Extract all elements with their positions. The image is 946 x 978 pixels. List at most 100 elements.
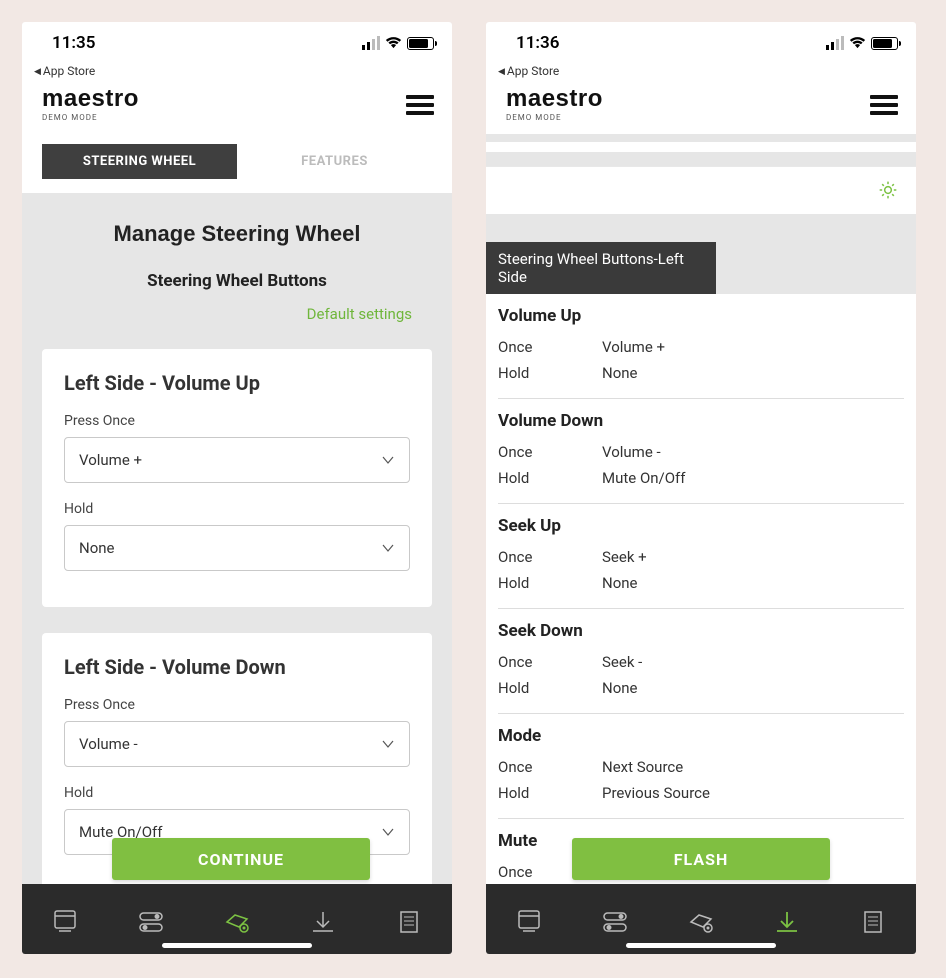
hold-value: Mute On/Off: [602, 469, 686, 487]
default-settings-link[interactable]: Default settings: [22, 291, 452, 323]
page-title: Manage Steering Wheel: [22, 221, 452, 247]
function-name: Seek Down: [498, 621, 904, 641]
nav-device-icon[interactable]: [515, 909, 543, 935]
tab-steering-wheel[interactable]: STEERING WHEEL: [42, 144, 237, 179]
status-time: 11:35: [52, 33, 95, 53]
once-value: Next Source: [602, 758, 683, 776]
hold-label: Hold: [498, 574, 602, 592]
chevron-down-icon: [381, 453, 395, 467]
status-indicators: [362, 36, 434, 50]
function-row[interactable]: Seek Down OnceSeek -HoldNone: [498, 608, 904, 713]
phone-right: 11:36 ◀App Store maestro DEMO MODE Steer…: [486, 22, 916, 954]
back-to-appstore[interactable]: ◀App Store: [22, 64, 452, 84]
once-value: Seek +: [602, 548, 647, 566]
home-indicator[interactable]: [162, 943, 312, 948]
chevron-down-icon: [381, 541, 395, 555]
hold-value: Previous Source: [602, 784, 710, 802]
hold-value: None: [602, 679, 638, 697]
function-row[interactable]: Mode OnceNext SourceHoldPrevious Source: [498, 713, 904, 818]
hold-label: Hold: [64, 785, 410, 801]
nav-device-icon[interactable]: [51, 909, 79, 935]
hold-value: None: [602, 364, 638, 382]
once-label: Once: [498, 443, 602, 461]
card-title: Left Side - Volume Down: [64, 655, 410, 679]
hold-label: Hold: [498, 364, 602, 382]
phone-left: 11:35 ◀App Store maestro DEMO MODE STEER…: [22, 22, 452, 954]
logo-word: maestro: [506, 88, 603, 110]
home-indicator[interactable]: [626, 943, 776, 948]
nav-config-icon[interactable]: [223, 909, 251, 935]
continue-button[interactable]: CONTINUE: [112, 838, 370, 880]
logo-word: maestro: [42, 88, 139, 110]
content-area[interactable]: Manage Steering Wheel Steering Wheel But…: [22, 193, 452, 954]
once-value: Seek -: [602, 653, 642, 671]
card-title: Left Side - Volume Up: [64, 371, 410, 395]
battery-icon: [871, 37, 898, 50]
bottom-nav: [22, 884, 452, 954]
function-name: Volume Up: [498, 306, 904, 326]
function-row[interactable]: Volume Up OnceVolume +HoldNone: [498, 294, 904, 398]
menu-icon[interactable]: [406, 91, 434, 119]
press-once-label: Press Once: [64, 697, 410, 713]
nav-config-icon[interactable]: [687, 909, 715, 935]
app-header: maestro DEMO MODE: [486, 84, 916, 134]
once-label: Once: [498, 548, 602, 566]
logo: maestro DEMO MODE: [506, 88, 603, 122]
nav-toggles-icon[interactable]: [137, 909, 165, 935]
status-time: 11:36: [516, 33, 559, 53]
hold-value: None: [602, 574, 638, 592]
once-label: Once: [498, 338, 602, 356]
wifi-icon: [849, 37, 866, 49]
function-row[interactable]: Volume Down OnceVolume -HoldMute On/Off: [498, 398, 904, 503]
hold-label: Hold: [498, 784, 602, 802]
bottom-nav: [486, 884, 916, 954]
menu-icon[interactable]: [870, 91, 898, 119]
once-label: Once: [498, 653, 602, 671]
logo-sub: DEMO MODE: [506, 113, 603, 122]
function-row[interactable]: Seek Up OnceSeek +HoldNone: [498, 503, 904, 608]
wifi-icon: [385, 37, 402, 49]
logo: maestro DEMO MODE: [42, 88, 139, 122]
tab-features[interactable]: FEATURES: [237, 144, 432, 179]
back-to-appstore[interactable]: ◀App Store: [486, 64, 916, 84]
select-value: Volume +: [79, 451, 142, 469]
flash-button[interactable]: FLASH: [572, 838, 830, 880]
chevron-down-icon: [381, 737, 395, 751]
hold-label: Hold: [64, 501, 410, 517]
press-once-label: Press Once: [64, 413, 410, 429]
press-once-select[interactable]: Volume +: [64, 437, 410, 483]
select-value: None: [79, 539, 115, 557]
content-area[interactable]: Steering Wheel Buttons-Left Side Volume …: [486, 134, 916, 954]
app-header: maestro DEMO MODE: [22, 84, 452, 134]
logo-sub: DEMO MODE: [42, 113, 139, 122]
nav-doc-icon[interactable]: [395, 909, 423, 935]
function-name: Volume Down: [498, 411, 904, 431]
page-subtitle: Steering Wheel Buttons: [22, 271, 452, 291]
nav-download-icon[interactable]: [773, 909, 801, 935]
gear-icon[interactable]: [878, 180, 898, 200]
function-name: Seek Up: [498, 516, 904, 536]
select-value: Volume -: [79, 735, 138, 753]
signal-icon: [826, 36, 844, 50]
card-volume-up: Left Side - Volume Up Press Once Volume …: [42, 349, 432, 607]
status-bar: 11:36: [486, 22, 916, 64]
once-value: Volume -: [602, 443, 661, 461]
nav-doc-icon[interactable]: [859, 909, 887, 935]
status-bar: 11:35: [22, 22, 452, 64]
tab-bar: STEERING WHEEL FEATURES: [22, 134, 452, 193]
signal-icon: [362, 36, 380, 50]
functions-list: Volume UpOnceVolume +HoldNoneVolume Down…: [486, 294, 916, 923]
hold-label: Hold: [498, 469, 602, 487]
press-once-select[interactable]: Volume -: [64, 721, 410, 767]
settings-row-top: [486, 166, 916, 214]
status-indicators: [826, 36, 898, 50]
function-name: Mode: [498, 726, 904, 746]
battery-icon: [407, 37, 434, 50]
section-header: Steering Wheel Buttons-Left Side: [486, 242, 716, 294]
once-value: Volume +: [602, 338, 665, 356]
once-label: Once: [498, 758, 602, 776]
hold-select[interactable]: None: [64, 525, 410, 571]
nav-download-icon[interactable]: [309, 909, 337, 935]
nav-toggles-icon[interactable]: [601, 909, 629, 935]
hold-label: Hold: [498, 679, 602, 697]
